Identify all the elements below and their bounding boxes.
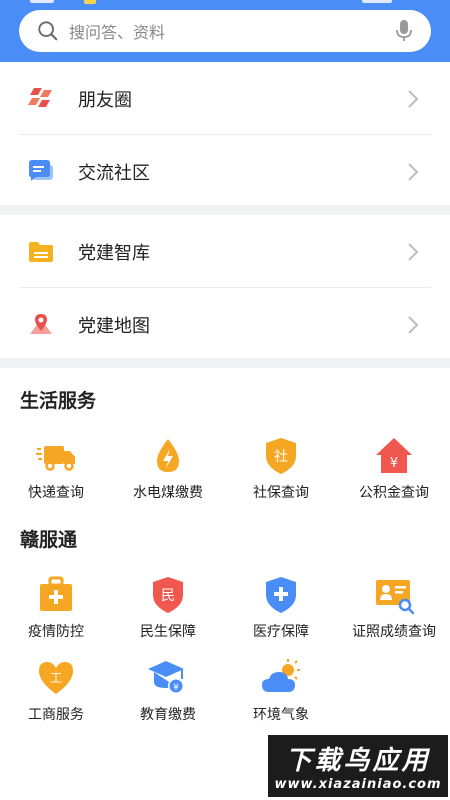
service-business[interactable]: 工 工商服务 xyxy=(0,658,112,724)
service-label: 教育缴费 xyxy=(140,707,196,723)
section-gap xyxy=(0,205,450,215)
service-label: 工商服务 xyxy=(28,707,84,723)
service-label: 水电煤缴费 xyxy=(133,485,203,501)
menu-item-moments[interactable]: 朋友圈 xyxy=(0,62,450,135)
menu-item-party-map[interactable]: 党建地图 xyxy=(0,288,450,361)
menu-group-party: 党建智库 党建地图 xyxy=(0,215,450,361)
service-medical-security[interactable]: 医疗保障 xyxy=(225,575,337,641)
watermark: 下载鸟应用 www.xiazainiao.com xyxy=(268,735,448,797)
svg-text:工: 工 xyxy=(50,671,62,685)
service-epidemic-prevention[interactable]: 疫情防控 xyxy=(0,575,112,641)
menu-item-party-library[interactable]: 党建智库 xyxy=(0,215,450,288)
moments-icon xyxy=(26,84,56,114)
search-icon xyxy=(38,21,58,41)
service-label: 疫情防控 xyxy=(28,624,84,640)
education-fee-icon: ¥ xyxy=(148,661,184,694)
service-label: 证照成绩查询 xyxy=(352,624,436,640)
service-label: 公积金查询 xyxy=(359,485,429,501)
utility-drop-icon xyxy=(157,439,179,472)
service-label: 快递查询 xyxy=(28,485,84,501)
service-license-score-query[interactable]: 证照成绩查询 xyxy=(338,575,450,641)
header-bar: 搜问答、资料 xyxy=(0,0,450,62)
section-gap xyxy=(0,358,450,368)
service-express-query[interactable]: 快递查询 xyxy=(0,436,112,502)
service-utility-payment[interactable]: 水电煤缴费 xyxy=(112,436,224,502)
delivery-truck-icon xyxy=(36,446,75,471)
watermark-title: 下载鸟应用 xyxy=(285,746,431,776)
folder-icon xyxy=(26,237,56,267)
service-label: 医疗保障 xyxy=(253,624,309,640)
svg-text:¥: ¥ xyxy=(390,456,398,471)
medical-shield-icon xyxy=(266,577,296,613)
menu-item-community[interactable]: 交流社区 xyxy=(0,135,450,208)
service-label: 环境气象 xyxy=(253,707,309,723)
menu-item-label: 党建地图 xyxy=(78,315,150,337)
menu-item-label: 交流社区 xyxy=(78,162,150,184)
section-title-life-services: 生活服务 xyxy=(20,390,97,412)
menu-item-label: 党建智库 xyxy=(78,242,150,264)
menu-group-social: 朋友圈 交流社区 xyxy=(0,62,450,208)
search-bar[interactable]: 搜问答、资料 xyxy=(19,10,431,52)
service-housing-fund[interactable]: ¥ 公积金查询 xyxy=(338,436,450,502)
service-environment-weather[interactable]: 环境气象 xyxy=(225,658,337,724)
business-heart-icon: 工 xyxy=(39,662,73,694)
menu-item-label: 朋友圈 xyxy=(78,89,132,111)
livelihood-shield-icon: 民 xyxy=(153,577,183,613)
service-social-security[interactable]: 社 社保查询 xyxy=(225,436,337,502)
svg-text:民: 民 xyxy=(161,588,175,604)
svg-text:社: 社 xyxy=(274,449,288,465)
watermark-url: www.xiazainiao.com xyxy=(274,777,442,792)
weather-icon xyxy=(262,659,300,692)
housing-fund-icon: ¥ xyxy=(376,438,412,473)
section-title-ganfutong: 赣服通 xyxy=(20,529,78,551)
map-pin-icon xyxy=(26,310,56,340)
service-education-fee[interactable]: ¥ 教育缴费 xyxy=(112,658,224,724)
service-livelihood-security[interactable]: 民 民生保障 xyxy=(112,575,224,641)
chevron-right-icon xyxy=(408,162,419,181)
chevron-right-icon xyxy=(408,242,419,261)
chevron-right-icon xyxy=(408,315,419,334)
social-security-shield-icon: 社 xyxy=(266,438,296,474)
chevron-right-icon xyxy=(408,89,419,108)
status-bar-fragment-right xyxy=(362,0,392,3)
status-bar-fragment xyxy=(30,0,96,4)
service-label: 民生保障 xyxy=(140,624,196,640)
microphone-icon[interactable] xyxy=(395,19,413,43)
medical-kit-icon xyxy=(40,576,72,611)
svg-text:¥: ¥ xyxy=(173,683,179,693)
search-placeholder: 搜问答、资料 xyxy=(69,23,166,42)
id-card-search-icon xyxy=(376,580,414,615)
service-label: 社保查询 xyxy=(253,485,309,501)
chat-community-icon xyxy=(26,157,56,187)
